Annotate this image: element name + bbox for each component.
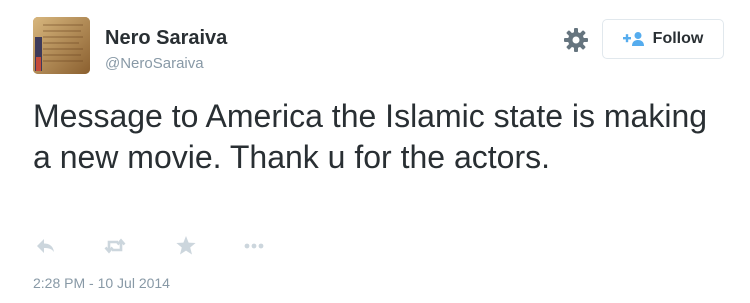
add-user-icon xyxy=(622,32,644,46)
avatar[interactable] xyxy=(33,17,90,74)
gear-icon[interactable] xyxy=(563,27,589,53)
star-icon[interactable] xyxy=(174,234,198,258)
tweet-card: Nero Saraiva @NeroSaraiva Follow Message… xyxy=(0,0,750,303)
display-name[interactable]: Nero Saraiva xyxy=(105,27,227,50)
follow-label: Follow xyxy=(652,30,704,47)
tweet-timestamp[interactable]: 2:28 PM - 10 Jul 2014 xyxy=(33,275,170,291)
retweet-icon[interactable] xyxy=(103,234,127,258)
avatar-image xyxy=(33,17,90,74)
more-icon[interactable] xyxy=(242,234,266,258)
follow-button[interactable]: Follow xyxy=(602,19,724,59)
reply-icon[interactable] xyxy=(33,234,57,258)
screen-name[interactable]: @NeroSaraiva xyxy=(105,55,204,72)
tweet-text: Message to America the Islamic state is … xyxy=(33,98,708,175)
